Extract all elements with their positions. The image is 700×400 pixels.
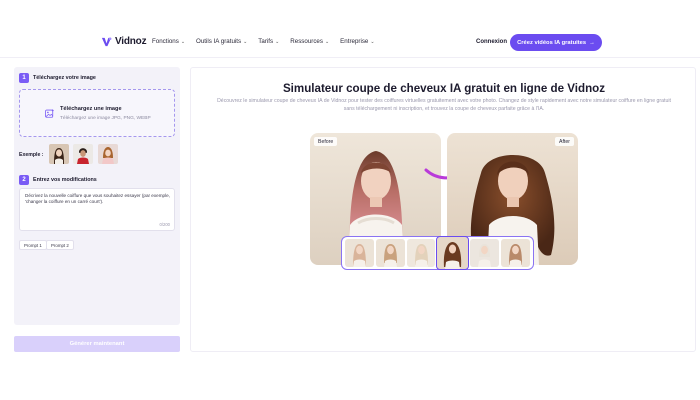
- after-tag: After: [555, 137, 574, 146]
- login-link[interactable]: Connexion: [476, 39, 507, 45]
- step-2-header: 2 Entrez vos modifications: [19, 175, 97, 185]
- hairstyle-thumbnail[interactable]: [406, 239, 436, 267]
- before-tag: Before: [314, 137, 338, 146]
- hairstyle-thumb-image: [406, 239, 436, 267]
- example-thumbnail[interactable]: [73, 144, 93, 164]
- chevron-down-icon: ⌄: [243, 38, 248, 45]
- step-number: 1: [19, 73, 29, 83]
- edit-panel: 1 Téléchargez votre image Téléchargez un…: [14, 67, 180, 325]
- hairstyle-thumb-image: [470, 239, 500, 267]
- prompt-placeholder: Décrivez la nouvelle coiffure que vous s…: [25, 193, 170, 204]
- page-description: Découvrez le simulateur coupe de cheveux…: [217, 98, 671, 112]
- chevron-down-icon: ⌄: [180, 38, 186, 45]
- hairstyle-thumbnail[interactable]: [375, 239, 405, 267]
- image-upload-icon: [45, 109, 54, 118]
- chevron-down-icon: ⌄: [275, 38, 280, 45]
- nav-label: Outils IA gratuits: [196, 38, 242, 45]
- preview-panel: Simulateur coupe de cheveux IA gratuit e…: [190, 67, 696, 352]
- step-number: 2: [19, 175, 29, 185]
- page-title: Simulateur coupe de cheveux IA gratuit e…: [282, 82, 606, 95]
- nav-label: Entreprise: [340, 38, 369, 45]
- nav-label: Fonctions: [152, 38, 179, 45]
- example-photo-1: [49, 144, 69, 164]
- chevron-down-icon: ⌄: [324, 38, 330, 45]
- nav-item-tarifs[interactable]: Tarifs ⌄: [258, 38, 279, 45]
- nav-item-entreprise[interactable]: Entreprise ⌄: [340, 38, 374, 45]
- hairstyle-thumbnail[interactable]: [345, 239, 374, 267]
- create-video-button[interactable]: Créez vidéos IA gratuites →: [510, 34, 602, 51]
- example-thumbnail[interactable]: [98, 144, 118, 164]
- logo[interactable]: Vidnoz: [101, 36, 147, 47]
- step-label: Entrez vos modifications: [33, 177, 97, 183]
- nav-item-ressources[interactable]: Ressources ⌄: [290, 38, 329, 45]
- nav-item-fonctions[interactable]: Fonctions ⌄: [152, 38, 185, 45]
- nav-label: Tarifs: [258, 38, 274, 45]
- vidnoz-logo-icon: [101, 37, 112, 47]
- hairstyle-thumbnail[interactable]: [470, 239, 500, 267]
- chevron-down-icon: ⌄: [370, 38, 375, 45]
- hairstyle-thumbnail-selected[interactable]: [436, 236, 470, 270]
- examples-label: Exemple :: [19, 152, 44, 158]
- hairstyle-thumb-image: [437, 237, 469, 269]
- example-photo-3: [98, 144, 118, 164]
- example-photo-2: [73, 144, 93, 164]
- prompt-chip-2[interactable]: Prompt 2: [46, 240, 74, 250]
- nav-item-outils-ia[interactable]: Outils IA gratuits ⌄: [196, 38, 247, 45]
- cta-label: Créez vidéos IA gratuites: [517, 39, 587, 46]
- hairstyle-thumbnail-strip: [341, 236, 534, 270]
- step-1-header: 1 Téléchargez votre image: [19, 73, 96, 83]
- upload-subtitle: Téléchargez une image JPG, PNG, WEBP: [60, 116, 151, 121]
- hairstyle-thumb-image: [375, 239, 405, 267]
- main-nav: Fonctions ⌄ Outils IA gratuits ⌄ Tarifs ⌄ R…: [152, 38, 375, 45]
- brand-name: Vidnoz: [115, 36, 147, 47]
- hairstyle-thumb-image: [345, 239, 374, 267]
- hairstyle-thumb-image: [501, 239, 530, 267]
- generate-button[interactable]: Générer maintenant: [14, 336, 180, 352]
- nav-label: Ressources: [290, 38, 323, 45]
- example-thumbnail[interactable]: [49, 144, 69, 164]
- arrow-right-icon: →: [589, 39, 595, 46]
- page: Vidnoz Fonctions ⌄ Outils IA gratuits ⌄ Ta…: [0, 0, 700, 400]
- character-counter: 0/200: [159, 222, 170, 227]
- upload-title: Téléchargez une image: [60, 106, 122, 112]
- top-navigation-bar: Vidnoz Fonctions ⌄ Outils IA gratuits ⌄ Ta…: [0, 28, 700, 58]
- prompt-textarea[interactable]: Décrivez la nouvelle coiffure que vous s…: [19, 188, 175, 231]
- prompt-chip-1[interactable]: Prompt 1: [19, 240, 47, 250]
- step-label: Téléchargez votre image: [33, 75, 96, 81]
- hairstyle-thumbnail[interactable]: [501, 239, 530, 267]
- image-upload-dropzone[interactable]: Téléchargez une image Téléchargez une im…: [19, 89, 175, 137]
